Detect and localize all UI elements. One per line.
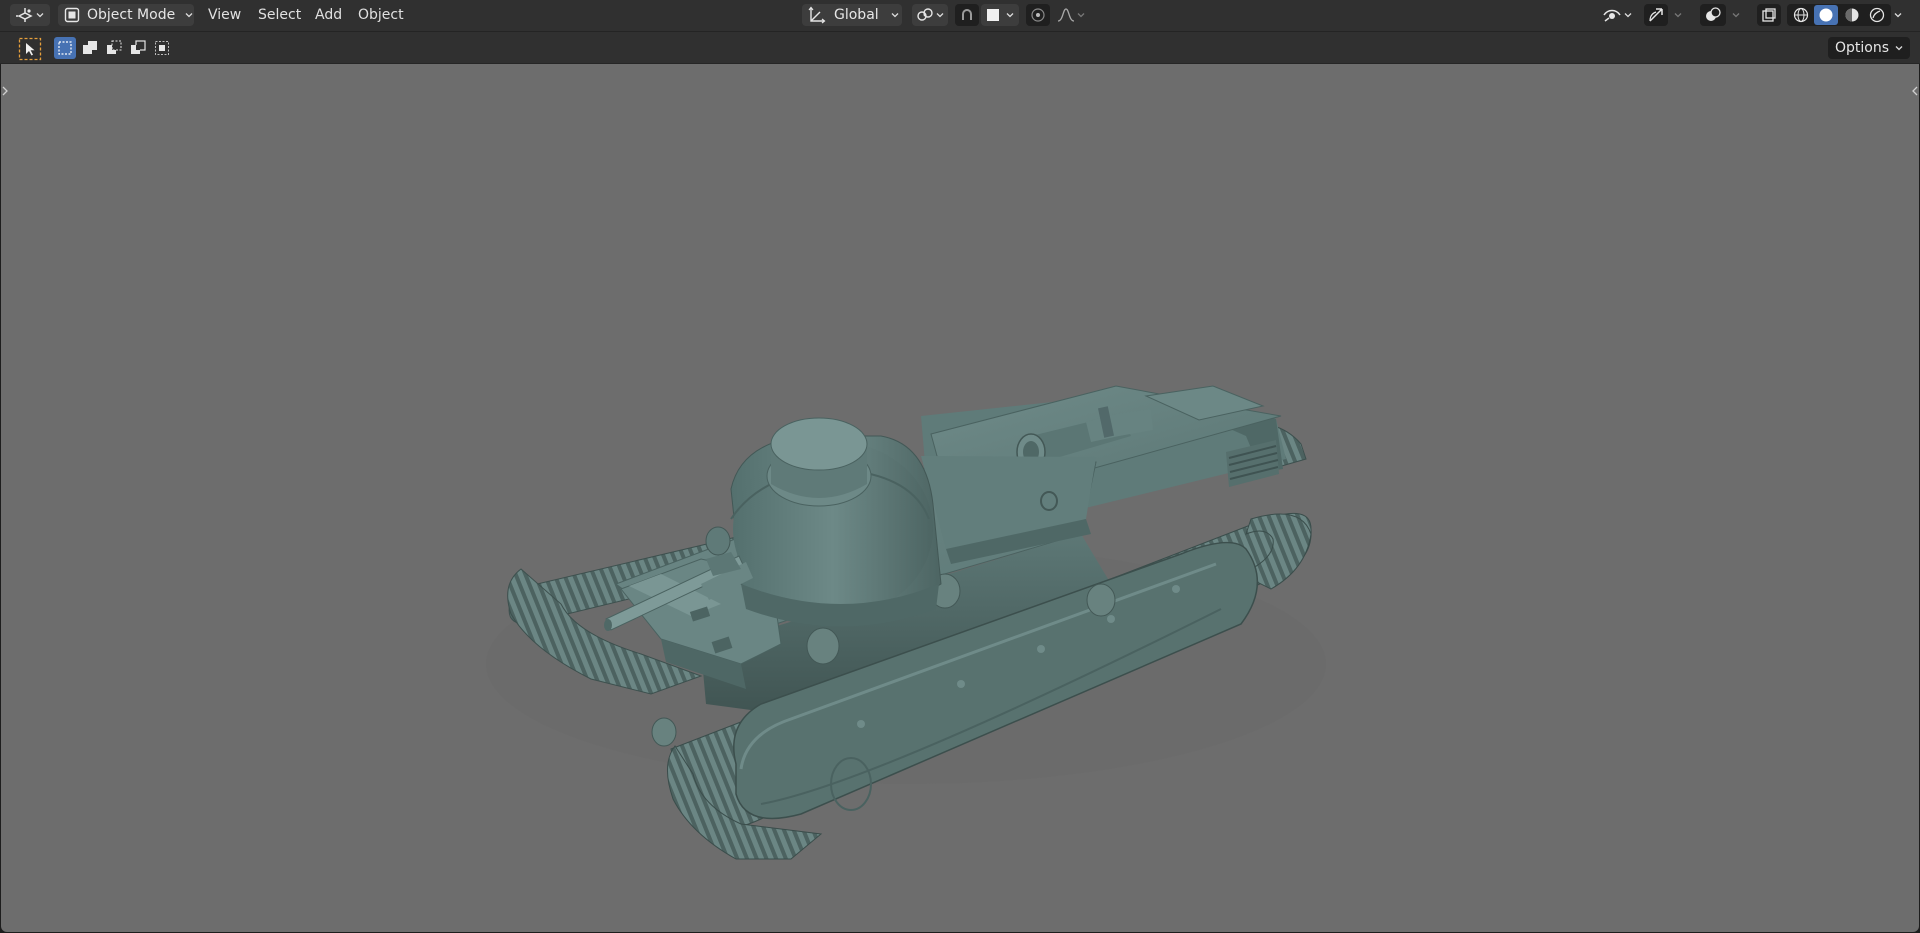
overlay-circles-icon (1706, 7, 1721, 21)
menu-view[interactable]: View (202, 4, 247, 26)
proportional-edit-toggle[interactable] (1026, 4, 1050, 26)
wireframe-shading-button[interactable] (1789, 5, 1813, 25)
tool-settings-header: Options (0, 32, 1920, 64)
gizmo-dropdown[interactable] (1670, 4, 1686, 26)
rendered-shading-button[interactable] (1865, 5, 1889, 25)
mode-intersect-icon (155, 41, 169, 55)
visibility-dropdown[interactable] (1598, 4, 1636, 26)
solid-shading-button[interactable] (1814, 5, 1839, 25)
menu-add[interactable]: Add (309, 4, 348, 26)
chevron-down-icon (36, 13, 44, 18)
chevron-down-icon (1624, 13, 1632, 18)
xray-icon (1762, 8, 1776, 22)
options-label: Options (1834, 40, 1890, 56)
mode-extend-button[interactable] (79, 37, 101, 59)
proportional-edit-icon (1031, 8, 1045, 22)
blender-window: Object Mode View Select Add Object Globa… (0, 0, 1920, 933)
menu-select[interactable]: Select (252, 4, 307, 26)
material-shading-button[interactable] (1840, 5, 1864, 25)
material-shading-icon (1845, 8, 1859, 22)
chevron-down-icon (1077, 13, 1085, 18)
mode-extend-icon (83, 41, 97, 54)
eye-icon (1603, 9, 1621, 22)
mode-intersect-button[interactable] (151, 37, 173, 59)
tank-3d-model[interactable] (1, 64, 1919, 932)
chevron-down-icon (1674, 13, 1682, 18)
chevron-down-icon (1895, 46, 1903, 51)
gizmo-toggle[interactable] (1644, 4, 1668, 26)
orientation-axes-icon (808, 6, 826, 24)
chevron-down-icon (1894, 13, 1902, 18)
pivot-point-dropdown[interactable] (912, 4, 948, 26)
solid-shading-icon (1819, 8, 1833, 22)
orientation-label: Global (834, 7, 879, 23)
rendered-shading-icon (1869, 7, 1885, 23)
mode-dropdown[interactable]: Object Mode (58, 4, 194, 26)
snap-toggle[interactable] (955, 4, 979, 26)
snap-increment-icon (987, 9, 999, 21)
chevron-down-icon (1006, 13, 1014, 18)
3d-viewport[interactable] (1, 64, 1919, 932)
chevron-down-icon (185, 13, 193, 18)
mode-label: Object Mode (87, 7, 176, 23)
snap-target-dropdown[interactable] (981, 4, 1019, 26)
editor-type-button[interactable] (10, 4, 50, 26)
wireframe-shading-icon (1793, 7, 1809, 23)
mode-invert-icon (131, 40, 146, 54)
mode-subtract-button[interactable] (103, 37, 125, 59)
overlay-dropdown[interactable] (1728, 4, 1744, 26)
mode-new-button[interactable] (54, 37, 76, 59)
pivot-point-icon (917, 8, 933, 21)
mode-new-icon (58, 41, 72, 55)
gizmo-arrows-icon (1649, 8, 1663, 22)
overlay-toggle[interactable] (1700, 4, 1726, 26)
transform-orientation-dropdown[interactable]: Global (802, 4, 902, 26)
snap-magnet-icon (962, 9, 972, 20)
shading-mode-group (1787, 4, 1891, 26)
object-mode-icon (64, 7, 80, 23)
viewport-header: Object Mode View Select Add Object Globa… (0, 0, 1920, 32)
mode-subtract-icon (107, 40, 122, 54)
options-dropdown[interactable]: Options (1828, 37, 1910, 59)
falloff-dropdown[interactable] (1052, 4, 1090, 26)
menu-object[interactable]: Object (352, 4, 410, 26)
xray-toggle[interactable] (1757, 4, 1781, 26)
chevron-down-icon (1732, 13, 1740, 18)
mode-invert-button[interactable] (127, 37, 149, 59)
falloff-curve-icon (1057, 8, 1075, 22)
chevron-down-icon (936, 13, 944, 18)
camera-3d-icon (16, 8, 33, 22)
chevron-down-icon (891, 13, 899, 18)
select-box-cursor-icon (18, 37, 42, 61)
shading-dropdown[interactable] (1890, 4, 1906, 26)
active-tool-button[interactable] (18, 37, 42, 61)
